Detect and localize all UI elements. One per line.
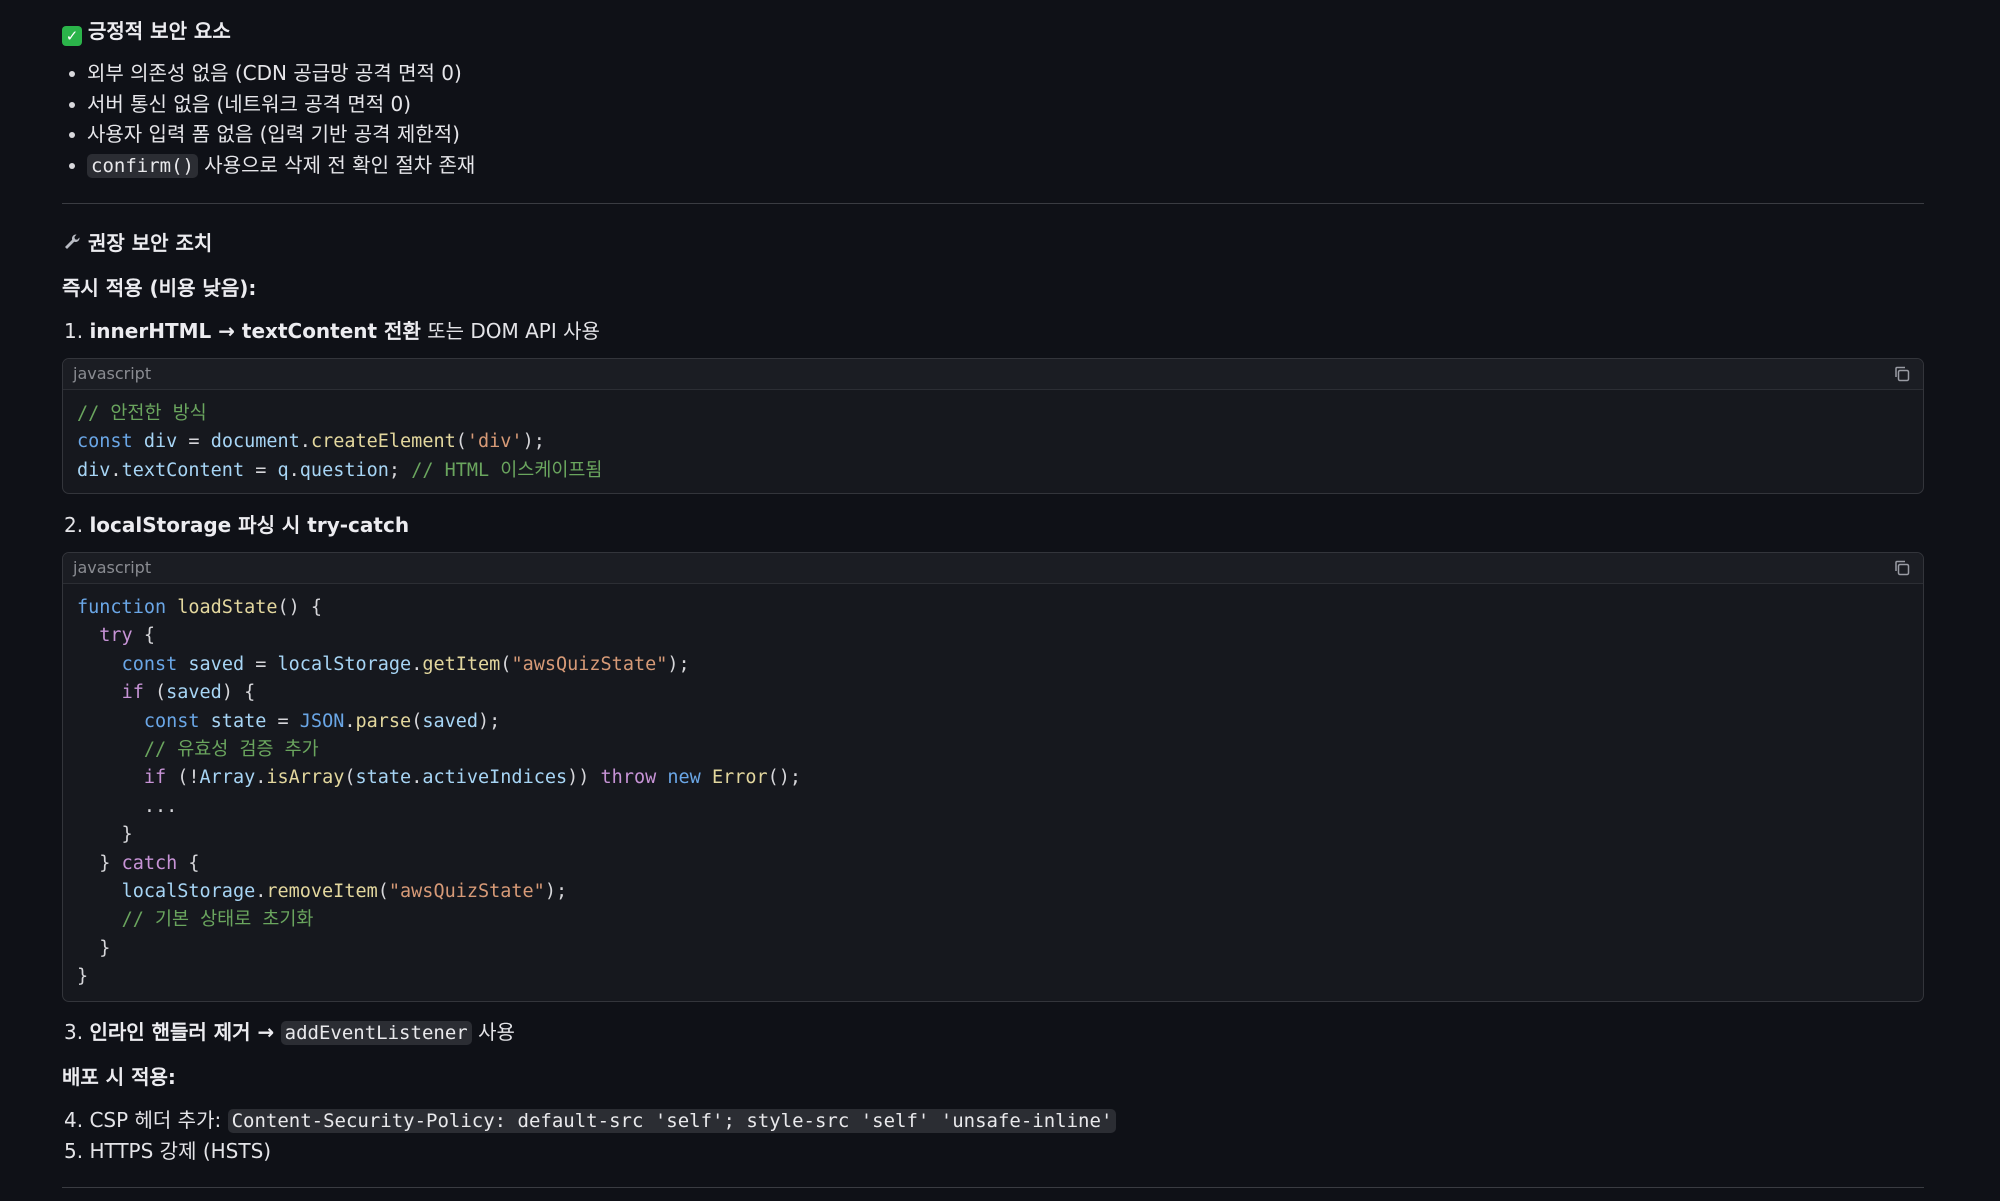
code-block: javascript // 안전한 방식 const div = document… — [62, 358, 1924, 494]
wrench-icon — [65, 234, 80, 249]
list-item: 외부 의존성 없음 (CDN 공급망 공격 면적 0) — [62, 58, 962, 89]
step-4: 4. CSP 헤더 추가: Content-Security-Policy: d… — [64, 1104, 1117, 1133]
list-item: confirm() 사용으로 삭제 전 확인 절차 존재 — [62, 150, 962, 181]
code-language-label: javascript — [63, 359, 1923, 390]
code-content: function loadState() { try { const saved… — [77, 597, 802, 988]
positive-security-list: 외부 의존성 없음 (CDN 공급망 공격 면적 0) 서버 통신 없음 (네트… — [62, 58, 962, 180]
code-block: javascript function loadState() { try { … — [62, 552, 1924, 1002]
positive-security-heading: ✓ 긍정적 보안 요소 — [62, 15, 231, 46]
deploy-apply-label: 배포 시 적용: — [62, 1065, 176, 1089]
divider — [62, 203, 1924, 204]
copy-icon[interactable] — [1893, 365, 1911, 383]
copy-icon[interactable] — [1893, 559, 1911, 577]
code-language-label: javascript — [63, 553, 1923, 584]
step-5: 5. HTTPS 강제 (HSTS) — [64, 1139, 272, 1163]
divider — [62, 1187, 1924, 1188]
inline-code: addEventListener — [280, 1021, 472, 1045]
step-3: 3. 인라인 핸들러 제거 → addEventListener 사용 — [64, 1020, 515, 1045]
white-check-mark-icon: ✓ — [62, 26, 82, 46]
step-1: 1. innerHTML → textContent 전환 또는 DOM API… — [64, 319, 600, 343]
list-item: 사용자 입력 폼 없음 (입력 기반 공격 제한적) — [62, 119, 962, 150]
inline-code: Content-Security-Policy: default-src 'se… — [227, 1109, 1117, 1133]
step-2: 2. localStorage 파싱 시 try-catch — [64, 513, 410, 537]
inline-code: confirm() — [87, 153, 198, 178]
code-content: // 안전한 방식 const div = document.createElem… — [77, 403, 603, 481]
recommended-security-heading: 권장 보안 조치 — [62, 227, 212, 256]
immediate-apply-label: 즉시 적용 (비용 낮음): — [62, 276, 257, 300]
list-item: 서버 통신 없음 (네트워크 공격 면적 0) — [62, 89, 962, 120]
